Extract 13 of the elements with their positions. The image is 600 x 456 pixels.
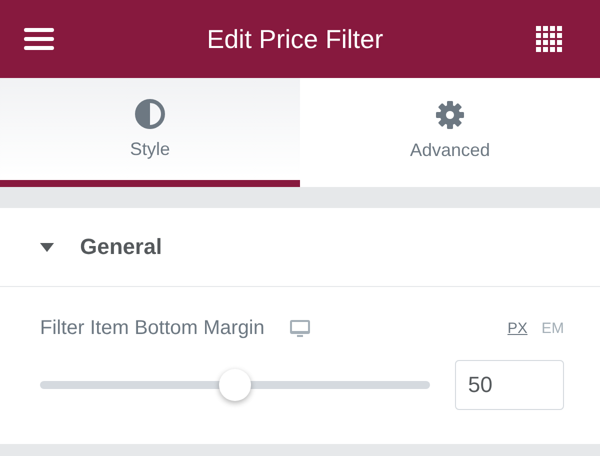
caret-icon[interactable] — [40, 242, 54, 252]
tab[interactable]: Style — [0, 78, 300, 187]
slider-thumb[interactable] — [219, 369, 251, 401]
contrast-icon — [135, 98, 165, 128]
unit-option[interactable]: PX — [507, 320, 528, 337]
grid-icon[interactable] — [536, 26, 562, 52]
tab[interactable]: Advanced — [300, 78, 600, 187]
section-title[interactable]: General — [80, 234, 162, 260]
menu-icon[interactable] — [24, 28, 54, 50]
number-field[interactable]: 50 — [455, 360, 564, 410]
control-label: Filter Item Bottom Margin — [40, 317, 265, 340]
settings-icon — [435, 100, 465, 130]
panel-title: Edit Price Filter — [206, 24, 384, 54]
